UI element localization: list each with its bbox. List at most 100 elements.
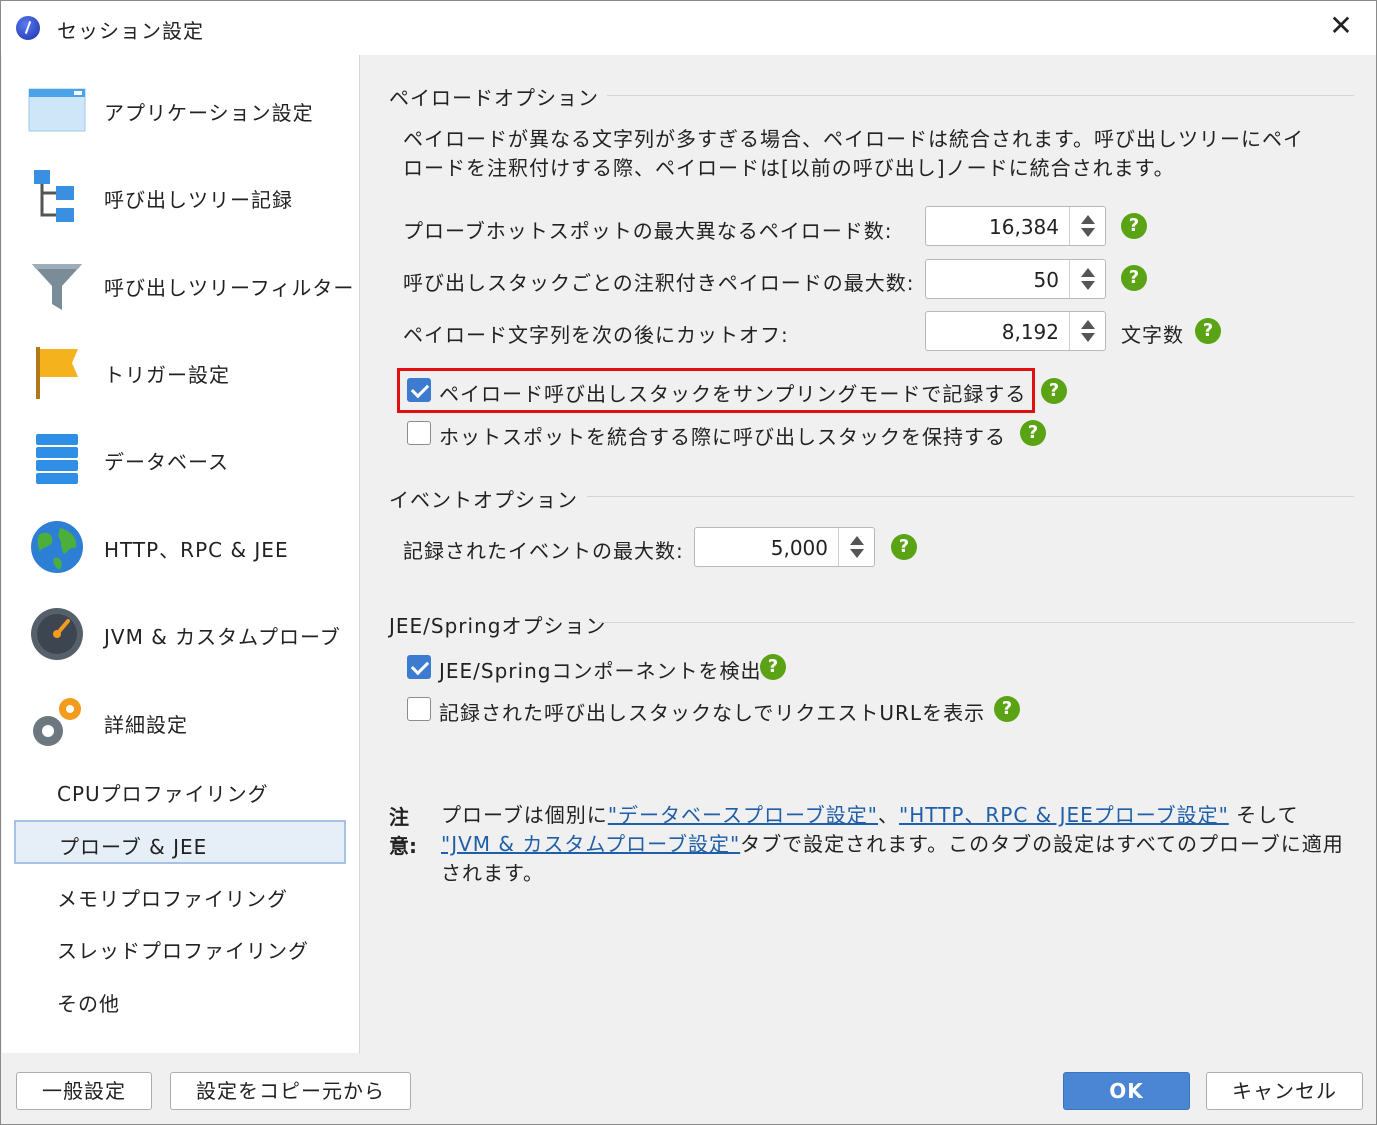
globe-icon <box>31 521 83 573</box>
sidebar-item-label: HTTP、RPC & JEE <box>104 538 289 562</box>
sidebar-item-label: 呼び出しツリーフィルター <box>104 276 355 300</box>
database-probe-settings-link[interactable]: "データベースプローブ設定" <box>608 803 878 827</box>
sidebar-item-databases[interactable]: データベース <box>2 418 360 498</box>
help-icon[interactable]: ? <box>1121 213 1147 239</box>
subitem-miscellaneous[interactable]: その他 <box>14 978 346 1022</box>
spinner-up-icon[interactable] <box>850 536 864 545</box>
subitem-label: その他 <box>57 992 120 1016</box>
spinner-value: 16,384 <box>989 215 1059 239</box>
detect-jee-spring-checkbox[interactable] <box>407 655 431 679</box>
sidebar-item-http-rpc-jee[interactable]: HTTP、RPC & JEE <box>2 506 360 586</box>
record-sampling-label[interactable]: ペイロード呼び出しスタックをサンプリングモードで記録する <box>439 378 1026 407</box>
general-settings-button[interactable]: 一般設定 <box>16 1072 152 1110</box>
detect-jee-spring-label[interactable]: JEE/Springコンポーネントを検出 <box>439 655 761 684</box>
sidebar-item-trigger-settings[interactable]: トリガー設定 <box>2 331 360 411</box>
note-heading: 注意: <box>389 805 417 858</box>
cutoff-payloads-label: ペイロード文字列を次の後にカットオフ: <box>403 323 789 347</box>
note-text-part: プローブは個別に <box>441 803 608 827</box>
spinner-down-icon[interactable] <box>1081 228 1095 237</box>
subitem-cpu-profiling[interactable]: CPUプロファイリング <box>14 768 346 812</box>
spinner-value: 8,192 <box>1001 320 1059 344</box>
sidebar-item-label: JVM & カスタムプローブ <box>104 625 341 649</box>
help-icon[interactable]: ? <box>1195 318 1221 344</box>
sidebar-item-label: 詳細設定 <box>104 713 188 737</box>
spinner-value: 50 <box>1033 268 1059 292</box>
close-icon[interactable]: ✕ <box>1327 12 1355 41</box>
section-divider <box>599 622 1354 623</box>
section-divider <box>587 496 1354 497</box>
help-icon[interactable]: ? <box>1041 378 1067 404</box>
copy-settings-from-button[interactable]: 設定をコピー元から <box>170 1072 411 1110</box>
note-text-part: そして <box>1228 803 1299 827</box>
ok-button[interactable]: OK <box>1063 1072 1190 1110</box>
jvm-custom-probe-settings-link[interactable]: "JVM & カスタムプローブ設定" <box>441 832 740 856</box>
show-request-url-label[interactable]: 記録された呼び出しスタックなしでリクエストURLを表示 <box>439 697 985 726</box>
max-events-spinner[interactable]: 5,000 <box>694 527 875 567</box>
call-tree-icon <box>34 170 74 222</box>
spinner-down-icon[interactable] <box>1081 333 1095 342</box>
title-bar: セッション設定 ✕ <box>1 1 1376 55</box>
sidebar: アプリケーション設定 呼び出しツリー記録 呼び出しツリーフィルター トリガー設定… <box>2 55 360 1053</box>
sidebar-item-application-settings[interactable]: アプリケーション設定 <box>2 69 360 149</box>
cutoff-unit-label: 文字数 <box>1121 323 1184 347</box>
subitem-probes-jee[interactable]: プローブ & JEE <box>14 820 346 864</box>
spinner-arrows[interactable] <box>1069 312 1105 350</box>
payload-options-heading: ペイロードオプション <box>389 86 599 110</box>
note-text-part: 、 <box>878 803 900 827</box>
sidebar-item-label: データベース <box>104 450 229 474</box>
database-icon <box>36 434 78 484</box>
max-events-label: 記録されたイベントの最大数: <box>403 539 684 563</box>
sidebar-item-jvm-custom-probes[interactable]: JVM & カスタムプローブ <box>2 593 360 673</box>
help-icon[interactable]: ? <box>1020 420 1046 446</box>
show-request-url-checkbox[interactable] <box>407 697 431 721</box>
record-sampling-checkbox[interactable] <box>407 378 431 402</box>
http-rpc-jee-probe-settings-link[interactable]: "HTTP、RPC & JEEプローブ設定" <box>899 803 1229 827</box>
sidebar-item-advanced-settings[interactable]: 詳細設定 <box>2 681 360 761</box>
window-title: セッション設定 <box>57 19 204 43</box>
help-icon[interactable]: ? <box>760 654 786 680</box>
max-hotspot-payloads-spinner[interactable]: 16,384 <box>925 206 1106 246</box>
sidebar-item-label: 呼び出しツリー記録 <box>104 188 293 212</box>
sidebar-item-call-tree-recording[interactable]: 呼び出しツリー記録 <box>2 156 360 236</box>
sidebar-item-call-tree-filters[interactable]: 呼び出しツリーフィルター <box>2 244 360 324</box>
spinner-down-icon[interactable] <box>1081 281 1095 290</box>
spinner-up-icon[interactable] <box>1081 268 1095 277</box>
subitem-label: スレッドプロファイリング <box>57 939 309 963</box>
application-window-icon <box>28 88 86 132</box>
spinner-down-icon[interactable] <box>850 549 864 558</box>
help-icon[interactable]: ? <box>891 534 917 560</box>
cutoff-payloads-spinner[interactable]: 8,192 <box>925 311 1106 351</box>
spinner-arrows[interactable] <box>838 528 874 566</box>
max-hotspot-payloads-label: プローブホットスポットの最大異なるペイロード数: <box>403 219 893 243</box>
max-annotated-payloads-label: 呼び出しスタックごとの注釈付きペイロードの最大数: <box>403 271 915 295</box>
subitem-memory-profiling[interactable]: メモリプロファイリング <box>14 873 346 917</box>
spinner-up-icon[interactable] <box>1081 215 1095 224</box>
spinner-up-icon[interactable] <box>1081 320 1095 329</box>
subitem-label: メモリプロファイリング <box>57 887 288 911</box>
subitem-thread-profiling[interactable]: スレッドプロファイリング <box>14 925 346 969</box>
retain-stacks-checkbox[interactable] <box>407 421 431 445</box>
event-options-heading: イベントオプション <box>389 488 578 512</box>
spinner-arrows[interactable] <box>1069 207 1105 245</box>
funnel-icon <box>32 264 82 310</box>
max-annotated-payloads-spinner[interactable]: 50 <box>925 259 1106 299</box>
app-logo-icon <box>16 16 40 40</box>
sidebar-item-label: アプリケーション設定 <box>104 101 314 125</box>
settings-content: ペイロードオプション ペイロードが異なる文字列が多すぎる場合、ペイロードは統合さ… <box>361 55 1376 1053</box>
spinner-arrows[interactable] <box>1069 260 1105 298</box>
gauge-icon <box>31 608 83 660</box>
session-settings-dialog: セッション設定 ✕ アプリケーション設定 呼び出しツリー記録 呼び出しツリーフィ… <box>0 0 1377 1125</box>
flag-icon <box>36 347 78 399</box>
subitem-label: プローブ & JEE <box>59 835 208 859</box>
gears-icon <box>33 698 81 746</box>
retain-stacks-label[interactable]: ホットスポットを統合する際に呼び出しスタックを保持する <box>439 421 1006 450</box>
jee-spring-options-heading: JEE/Springオプション <box>389 614 607 638</box>
section-divider <box>607 95 1354 96</box>
subitem-label: CPUプロファイリング <box>57 782 269 806</box>
sidebar-item-label: トリガー設定 <box>104 363 230 387</box>
help-icon[interactable]: ? <box>994 696 1020 722</box>
payload-description: ペイロードが異なる文字列が多すぎる場合、ペイロードは統合されます。呼び出しツリー… <box>403 127 1304 180</box>
note-text: プローブは個別に"データベースプローブ設定"、"HTTP、RPC & JEEプロ… <box>441 801 1346 888</box>
cancel-button[interactable]: キャンセル <box>1206 1072 1363 1110</box>
help-icon[interactable]: ? <box>1121 265 1147 291</box>
